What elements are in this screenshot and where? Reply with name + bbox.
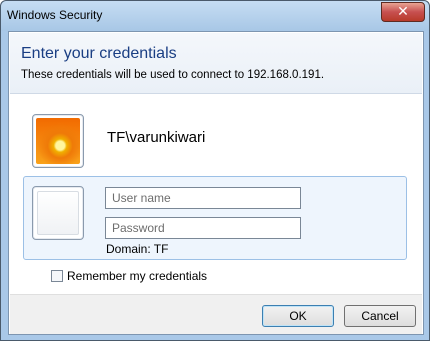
dialog-body: Enter your credentials These credentials… [8, 31, 424, 335]
dialog-header: Enter your credentials These credentials… [10, 33, 422, 94]
title-bar[interactable]: Windows Security ✕ [1, 1, 429, 31]
ok-button[interactable]: OK [262, 305, 334, 327]
remember-credentials[interactable]: Remember my credentials [51, 269, 207, 283]
blank-user-tile-icon [37, 191, 79, 235]
username-input[interactable] [105, 187, 301, 209]
close-icon: ✕ [397, 4, 409, 20]
saved-user-tile[interactable] [32, 114, 84, 168]
dialog-heading: Enter your credentials [21, 45, 177, 62]
user-photo-icon [36, 118, 80, 164]
domain-label: Domain: TF [106, 242, 169, 256]
remember-checkbox[interactable] [51, 270, 63, 282]
window-title: Windows Security [7, 8, 103, 22]
close-button[interactable]: ✕ [381, 2, 425, 22]
saved-user-name: TF\varunkiwari [107, 129, 206, 146]
remember-label: Remember my credentials [67, 269, 208, 283]
button-bar: OK Cancel [10, 294, 422, 334]
windows-security-dialog: Windows Security ✕ Enter your credential… [0, 0, 430, 341]
password-input[interactable] [105, 217, 301, 239]
dialog-subtitle: These credentials will be used to connec… [21, 69, 325, 81]
new-credential-tile [32, 186, 84, 240]
cancel-button[interactable]: Cancel [344, 305, 416, 327]
